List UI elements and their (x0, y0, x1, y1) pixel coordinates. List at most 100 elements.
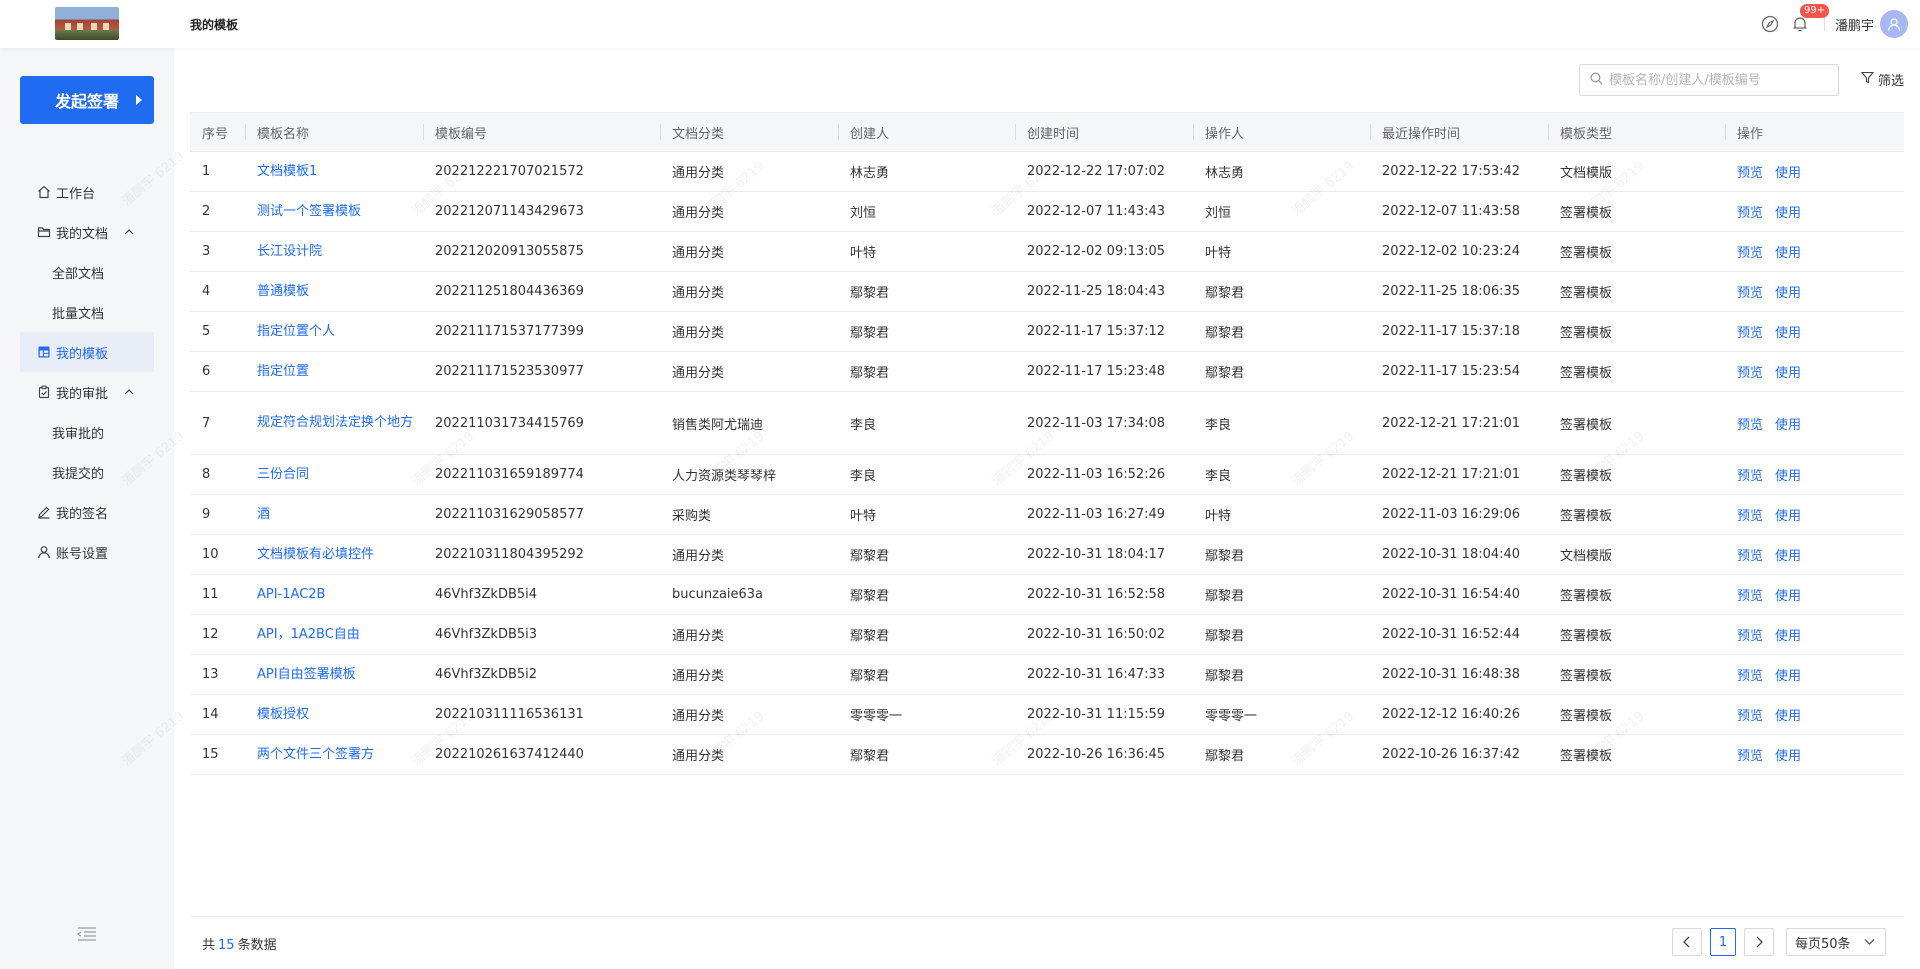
page-size-select[interactable]: 每页50条 (1786, 928, 1886, 956)
page-title: 我的模板 (190, 18, 239, 32)
use-link[interactable]: 使用 (1775, 669, 1801, 684)
use-link[interactable]: 使用 (1775, 246, 1801, 261)
preview-link[interactable]: 预览 (1737, 509, 1763, 524)
preview-link[interactable]: 预览 (1737, 418, 1763, 433)
cell-name[interactable]: API，1A2BC自由 (245, 624, 423, 646)
table-row: 12 API，1A2BC自由 46Vhf3ZkDB5i3 通用分类 鄢黎君 2022-10… (190, 615, 1904, 655)
cell-name[interactable]: 普通模板 (245, 281, 423, 303)
cell-name[interactable]: 文档模板有必填控件 (245, 544, 423, 566)
preview-link[interactable]: 预览 (1737, 246, 1763, 261)
bell-icon[interactable]: 99+ (1790, 4, 1830, 34)
cell-name[interactable]: 两个文件三个签署方 (245, 744, 423, 766)
page-number-button[interactable]: 1 (1710, 928, 1736, 956)
cell-code: 202211251804436369 (435, 284, 584, 299)
cell-name[interactable]: API-1AC2B (245, 584, 423, 606)
template-table: 序号 模板名称 模板编号 文档分类 创建人 创建时间 操作人 最近操作时间 模板… (190, 112, 1904, 775)
use-link[interactable]: 使用 (1775, 469, 1801, 484)
avatar[interactable] (1880, 10, 1908, 38)
use-link[interactable]: 使用 (1775, 509, 1801, 524)
preview-link[interactable]: 预览 (1737, 749, 1763, 764)
preview-link[interactable]: 预览 (1737, 326, 1763, 341)
preview-link[interactable]: 预览 (1737, 469, 1763, 484)
cell-code: 202210311804395292 (435, 547, 584, 562)
preview-link[interactable]: 预览 (1737, 206, 1763, 221)
filter-icon (1860, 71, 1875, 88)
sidebar-item-batch-documents[interactable]: 批量文档 (20, 292, 154, 332)
sidebar-item-all-documents[interactable]: 全部文档 (20, 252, 154, 292)
sidebar-item-my-approvals[interactable]: 我的审批 (20, 372, 154, 412)
chevron-left-icon (1683, 936, 1690, 948)
prev-page-button[interactable] (1672, 928, 1702, 956)
cell-creator: 叶特 (850, 509, 877, 524)
preview-link[interactable]: 预览 (1737, 286, 1763, 301)
preview-link[interactable]: 预览 (1737, 589, 1763, 604)
preview-link[interactable]: 预览 (1737, 669, 1763, 684)
cell-name[interactable]: 长江设计院 (245, 241, 423, 263)
company-logo[interactable] (55, 7, 119, 40)
preview-link[interactable]: 预览 (1737, 366, 1763, 381)
use-link[interactable]: 使用 (1775, 709, 1801, 724)
use-link[interactable]: 使用 (1775, 549, 1801, 564)
use-link[interactable]: 使用 (1775, 286, 1801, 301)
cell-name[interactable]: 文档模板1 (245, 161, 423, 183)
cell-operator: 鄢黎君 (1205, 669, 1245, 684)
chevron-up-icon (124, 386, 134, 401)
cell-created: 2022-11-03 16:52:26 (1027, 467, 1166, 482)
use-link[interactable]: 使用 (1775, 749, 1801, 764)
sidebar-item-label: 账号设置 (56, 546, 109, 562)
sidebar-item-approved-by-me[interactable]: 我审批的 (20, 412, 154, 452)
sidebar-item-my-documents[interactable]: 我的文档 (20, 212, 154, 252)
cell-operator: 鄢黎君 (1205, 366, 1245, 381)
use-link[interactable]: 使用 (1775, 326, 1801, 341)
filter-button[interactable]: 筛选 (1857, 70, 1904, 89)
cell-operator: 叶特 (1205, 246, 1232, 261)
footer-divider (190, 916, 1904, 917)
cell-operator: 林志勇 (1205, 166, 1245, 181)
use-link[interactable]: 使用 (1775, 589, 1801, 604)
sidebar-item-my-templates[interactable]: 我的模板 (20, 332, 154, 372)
preview-link[interactable]: 预览 (1737, 166, 1763, 181)
approval-icon (36, 384, 52, 400)
table-row: 9 酒 202211031629058577 采购类 叶特 2022-11-03 16:2… (190, 495, 1904, 535)
use-link[interactable]: 使用 (1775, 629, 1801, 644)
template-icon (36, 344, 52, 360)
search-box[interactable] (1579, 64, 1839, 96)
cell-name[interactable]: 三份合同 (245, 464, 423, 486)
sidebar-item-workbench[interactable]: 工作台 (20, 172, 154, 212)
use-link[interactable]: 使用 (1775, 206, 1801, 221)
cell-name[interactable]: 模板授权 (245, 704, 423, 726)
preview-link[interactable]: 预览 (1737, 549, 1763, 564)
cell-category: 人力资源类琴琴梓 (672, 469, 777, 484)
use-link[interactable]: 使用 (1775, 366, 1801, 381)
cell-name[interactable]: 规定符合规划法定换个地方 (245, 412, 423, 434)
preview-link[interactable]: 预览 (1737, 709, 1763, 724)
cell-name[interactable]: API自由签署模板 (245, 664, 423, 686)
column-header: 创建人 (838, 112, 1015, 152)
cell-creator: 鄢黎君 (850, 749, 890, 764)
caret-right-icon (136, 95, 142, 105)
table-header: 序号 模板名称 模板编号 文档分类 创建人 创建时间 操作人 最近操作时间 模板… (190, 112, 1904, 152)
next-page-button[interactable] (1744, 928, 1774, 956)
use-link[interactable]: 使用 (1775, 166, 1801, 181)
compass-icon[interactable] (1760, 14, 1780, 34)
sidebar-item-submitted-by-me[interactable]: 我提交的 (20, 452, 154, 492)
cell-name[interactable]: 指定位置个人 (245, 321, 423, 343)
username[interactable]: 潘鹏宇 (1835, 15, 1874, 34)
cell-type: 签署模板 (1560, 589, 1613, 604)
cell-category: 通用分类 (672, 549, 725, 564)
sidebar-item-my-signature[interactable]: 我的签名 (20, 492, 154, 532)
use-link[interactable]: 使用 (1775, 418, 1801, 433)
sidebar-item-account-settings[interactable]: 账号设置 (20, 532, 154, 572)
cell-category: 通用分类 (672, 366, 725, 381)
start-signing-button[interactable]: 发起签署 (20, 76, 154, 124)
column-header: 创建时间 (1015, 112, 1193, 152)
cell-name[interactable]: 指定位置 (245, 361, 423, 383)
search-input[interactable] (1609, 72, 1829, 88)
preview-link[interactable]: 预览 (1737, 629, 1763, 644)
cell-name[interactable]: 测试一个签署模板 (245, 201, 423, 223)
cell-name[interactable]: 酒 (245, 504, 423, 526)
cell-type: 签署模板 (1560, 286, 1613, 301)
sidebar-nav: 工作台 我的文档 全部文档 批量文档 我的模板 我的审批 我审批的 我提交的 我… (20, 172, 154, 572)
menu-collapse-icon[interactable] (76, 926, 97, 946)
cell-operator: 叶特 (1205, 509, 1232, 524)
